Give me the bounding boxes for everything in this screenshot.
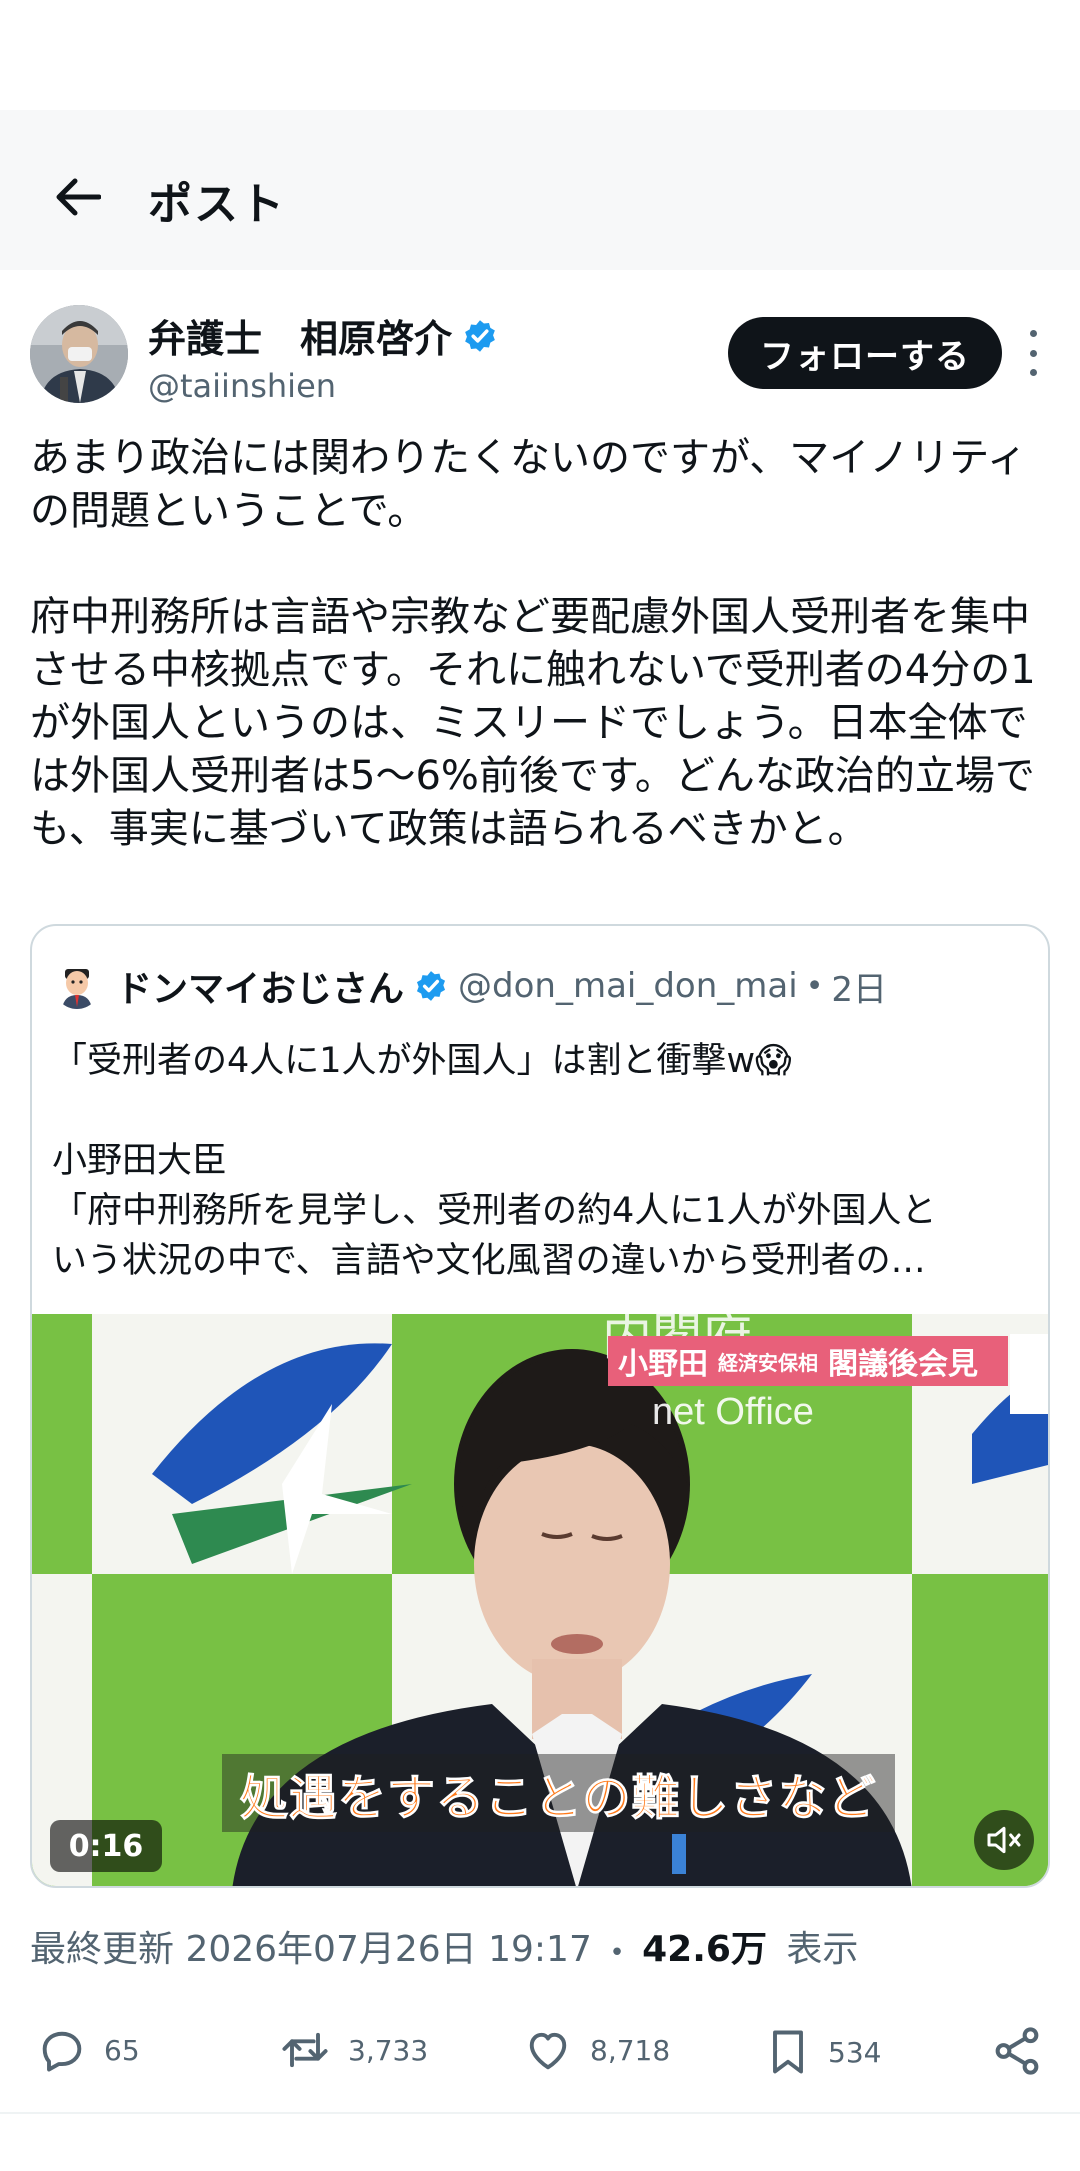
reply-count: 65 (104, 2033, 140, 2067)
meta-dot: • (609, 1938, 625, 1968)
author-avatar[interactable] (30, 305, 128, 403)
quoted-author-avatar[interactable] (54, 963, 100, 1009)
news-logo (1010, 1334, 1048, 1414)
post-paragraph-1: あまり政治には関わりたくないのですが、マイノリティの問題ということで。 (30, 435, 1027, 534)
more-options-icon[interactable] (1018, 330, 1048, 376)
quoted-post-text: 「受刑者の4人に1人が外国人」は割と衝撃w😱 小野田大臣 「府中刑務所を見学し、… (52, 1036, 1042, 1286)
quoted-post-card[interactable]: ドンマイおじさん @don_mai_don_mai • 2日 「受刑者の4人に1… (30, 924, 1050, 1888)
quoted-post-header: ドンマイおじさん @don_mai_don_mai • 2日 (54, 960, 887, 1012)
author-name[interactable]: 弁護士 相原啓介 (148, 308, 498, 363)
post-paragraph-2: 府中刑務所は言語や宗教など要配慮外国人受刑者を集中させる中核拠点です。それに触れ… (30, 594, 1036, 852)
bookmark-count: 534 (828, 2035, 882, 2069)
like-button[interactable]: 8,718 (520, 2024, 670, 2076)
verified-badge-icon (465, 319, 495, 352)
repost-button[interactable]: 3,733 (276, 2024, 428, 2076)
quoted-line-3: 「府中刑務所を見学し、受刑者の約4人に1人が外国人と (52, 1191, 937, 1231)
post-text: あまり政治には関わりたくないのですが、マイノリティの問題ということで。 府中刑務… (30, 432, 1050, 856)
backdrop-text-2: net Office (652, 1391, 814, 1433)
repost-count: 3,733 (348, 2033, 429, 2067)
quoted-line-4: いう状況の中で、言語や文化風習の違いから受刑者の… (52, 1241, 926, 1281)
reply-icon (42, 2031, 82, 2072)
status-bar-area (0, 0, 1080, 110)
quoted-line-2: 小野田大臣 (52, 1141, 228, 1181)
news-caption: 小野田 経済安保相 閣議後会見 (608, 1336, 1008, 1386)
repost-icon (282, 2032, 328, 2068)
video-subtitle: 処遇をすることの難しさなど (222, 1754, 895, 1832)
share-button[interactable] (990, 2024, 1058, 2078)
author-handle[interactable]: @taiinshien (148, 367, 336, 405)
speaker-muted-icon (987, 1826, 1021, 1854)
quoted-author-handle: @don_mai_don_mai (458, 966, 798, 1006)
caption-name: 小野田 (618, 1347, 708, 1382)
like-count: 8,718 (590, 2033, 671, 2067)
bookmark-button[interactable]: 534 (762, 2024, 881, 2080)
follow-button[interactable]: フォローする (728, 317, 1002, 389)
video-duration: 0:16 (50, 1820, 162, 1872)
heart-icon (529, 2032, 567, 2070)
view-count[interactable]: 42.6万 (642, 1929, 767, 1970)
page-title: ポスト (148, 179, 286, 230)
bookmark-icon (773, 2030, 803, 2074)
reply-button[interactable]: 65 (34, 2024, 140, 2076)
quoted-author-name[interactable]: ドンマイおじさん (116, 960, 404, 1012)
caption-role: 経済安保相 (718, 1350, 818, 1375)
section-divider (0, 2112, 1080, 2114)
action-bar: 65 3,733 8,718 534 (0, 2010, 1080, 2090)
arrow-left-icon (56, 178, 101, 216)
post-meta: 最終更新 2026年07月26日 19:17 • 42.6万 表示 (30, 1920, 858, 1972)
mute-toggle[interactable] (974, 1810, 1034, 1870)
author-name-text: 弁護士 相原啓介 (148, 317, 453, 361)
quoted-post-time: 2日 (831, 969, 888, 1010)
verified-badge-icon (416, 971, 446, 1001)
view-label: 表示 (786, 1929, 859, 1970)
quoted-line-1: 「受刑者の4人に1人が外国人」は割と衝撃w😱 (52, 1041, 792, 1081)
share-icon (995, 2027, 1039, 2075)
back-button[interactable] (46, 165, 110, 229)
video-player[interactable]: 内閣府 net Office 小野田 経済安保相 閣議後会見 処遇をすることの難… (32, 1314, 1048, 1886)
separator-dot: • (805, 968, 824, 1004)
post-timestamp: 最終更新 2026年07月26日 19:17 (30, 1929, 592, 1970)
caption-event: 閣議後会見 (828, 1347, 978, 1382)
